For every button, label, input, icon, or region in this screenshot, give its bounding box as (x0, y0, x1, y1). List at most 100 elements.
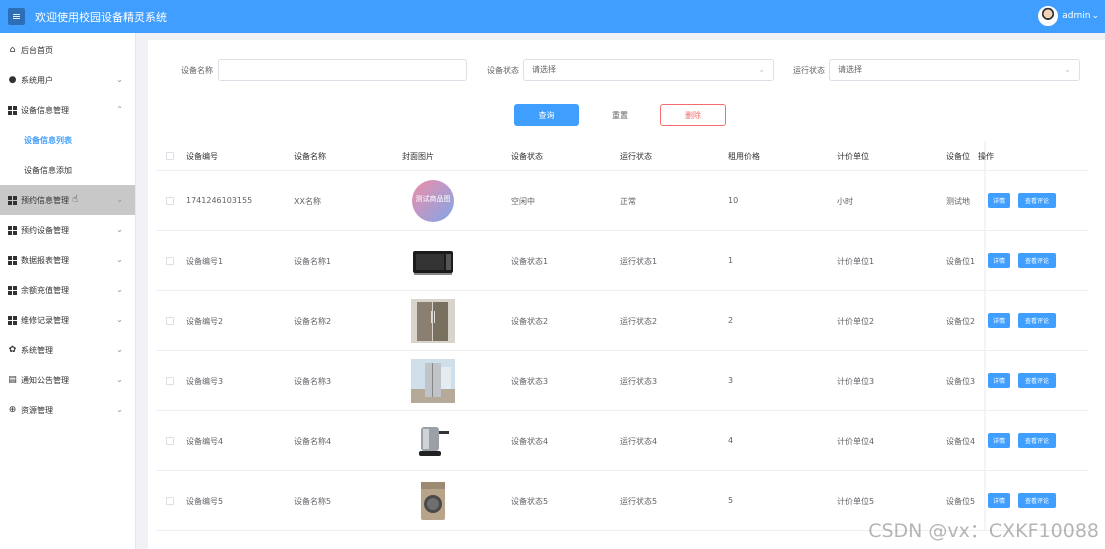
sidebar-item[interactable]: 预约设备管理 ⌄ (0, 215, 135, 245)
row-checkbox[interactable] (166, 257, 174, 265)
cell-loc: 设备位1 (946, 257, 976, 266)
sidebar-item-label: 预约设备管理 (21, 225, 69, 235)
reset-button[interactable]: 重置 (588, 104, 652, 126)
pointer-cursor-icon: ☝ (72, 194, 79, 205)
fixed-column-divider (984, 171, 987, 230)
grid-icon (8, 285, 17, 295)
cell-status: 设备状态4 (511, 437, 549, 446)
cell-id: 设备编号4 (186, 437, 224, 446)
row-checkbox[interactable] (166, 317, 174, 325)
table-row[interactable]: 1741246103155 XX名称 空闲中 正常 10 小时 测试地 测试商品图 详情 查看评论 (156, 171, 1088, 231)
avatar[interactable] (1038, 6, 1059, 26)
home-icon: ⌂ (9, 44, 16, 55)
view-reviews-button[interactable]: 查看评论 (1018, 493, 1056, 508)
cell-unit: 计价单位4 (837, 437, 875, 446)
cell-run: 正常 (620, 197, 636, 206)
sidebar-item[interactable]: ✿ 系统管理 ⌄ (0, 335, 135, 365)
device-table: 设备编号设备名称封面图片设备状态运行状态租用价格计价单位设备位操作 174124… (156, 141, 1088, 531)
cell-price: 3 (728, 376, 734, 385)
view-reviews-button[interactable]: 查看评论 (1018, 253, 1056, 268)
cell-price: 1 (728, 256, 734, 265)
plus-circle-icon: ⊕ (8, 404, 17, 415)
sidebar-item[interactable]: ▤ 通知公告管理 ⌄ (0, 365, 135, 395)
cell-status: 设备状态3 (511, 377, 549, 386)
cell-price: 2 (728, 316, 734, 325)
cover-image: 测试商品图 (411, 179, 455, 223)
delete-button[interactable]: 删除 (660, 104, 726, 126)
chevron-down-icon[interactable]: ⌄ (1091, 11, 1099, 21)
detail-button[interactable]: 详情 (988, 433, 1010, 448)
fixed-column-divider (984, 231, 987, 290)
column-header: 设备名称 (294, 152, 326, 161)
cover-image-text: 测试商品图 (415, 195, 451, 203)
sidebar-item[interactable]: ● 系统用户 ⌄ (0, 65, 135, 95)
query-button[interactable]: 查询 (514, 104, 579, 126)
device-name-label: 设备名称 (181, 66, 213, 75)
sidebar-item[interactable]: ⌂ 后台首页 (0, 35, 135, 65)
menu-toggle-icon[interactable]: ≡ (8, 8, 25, 25)
cover-image (411, 479, 455, 523)
cover-image (411, 419, 455, 463)
select-all-checkbox[interactable] (166, 152, 174, 160)
row-checkbox[interactable] (166, 497, 174, 505)
app-title: 欢迎使用校园设备精灵系统 (35, 10, 167, 24)
cell-status: 设备状态2 (511, 317, 549, 326)
cell-name: 设备名称2 (294, 317, 332, 326)
row-checkbox[interactable] (166, 437, 174, 445)
user-menu[interactable]: admin ⌄ (1038, 6, 1099, 26)
row-checkbox[interactable] (166, 377, 174, 385)
cell-unit: 计价单位3 (837, 377, 875, 386)
view-reviews-button[interactable]: 查看评论 (1018, 313, 1056, 328)
sidebar-item[interactable]: ⊕ 资源管理 ⌄ (0, 395, 135, 425)
username[interactable]: admin (1062, 11, 1090, 21)
chevron-down-icon: ⌄ (116, 285, 123, 294)
chevron-down-icon: ⌄ (116, 225, 123, 234)
chevron-down-icon: ⌄ (758, 65, 765, 74)
detail-button[interactable]: 详情 (988, 493, 1010, 508)
view-reviews-button[interactable]: 查看评论 (1018, 193, 1056, 208)
cell-price: 5 (728, 496, 734, 505)
cell-loc: 设备位2 (946, 317, 976, 326)
sidebar-item[interactable]: 维修记录管理 ⌄ (0, 305, 135, 335)
cell-name: 设备名称1 (294, 257, 332, 266)
device-status-label: 设备状态 (487, 66, 519, 75)
column-header: 封面图片 (402, 152, 434, 161)
sidebar-subitem[interactable]: 设备信息列表 (0, 125, 135, 155)
sidebar-item-label: 数据报表管理 (21, 255, 69, 265)
column-header: 计价单位 (837, 152, 869, 161)
detail-button[interactable]: 详情 (988, 253, 1010, 268)
sidebar-item-label: 预约信息管理 (21, 195, 69, 205)
detail-button[interactable]: 详情 (988, 373, 1010, 388)
cell-unit: 计价单位1 (837, 257, 875, 266)
column-header: 租用价格 (728, 152, 760, 161)
table-row[interactable]: 设备编号4 设备名称4 设备状态4 运行状态4 4 计价单位4 设备位4 详情 查看评论 (156, 411, 1088, 471)
table-row[interactable]: 设备编号2 设备名称2 设备状态2 运行状态2 2 计价单位2 设备位2 详情 查看评论 (156, 291, 1088, 351)
sidebar-subitem[interactable]: 设备信息添加 (0, 155, 135, 185)
device-name-input[interactable] (218, 59, 467, 81)
cell-unit: 计价单位2 (837, 317, 875, 326)
sidebar-item[interactable]: 设备信息管理 ⌃ (0, 95, 135, 125)
grid-icon (8, 225, 17, 235)
cell-status: 空闲中 (511, 197, 535, 206)
chevron-down-icon: ⌄ (116, 345, 123, 354)
detail-button[interactable]: 详情 (988, 193, 1010, 208)
cell-run: 运行状态2 (620, 317, 658, 326)
table-row[interactable]: 设备编号3 设备名称3 设备状态3 运行状态3 3 计价单位3 设备位3 详情 查看评论 (156, 351, 1088, 411)
fixed-column-divider (984, 411, 987, 470)
cell-run: 运行状态5 (620, 497, 658, 506)
cover-image (411, 239, 455, 283)
run-status-select[interactable]: 请选择 ⌄ (829, 59, 1080, 81)
sidebar-item-label: 余额充值管理 (21, 285, 69, 295)
device-status-select[interactable]: 请选择 ⌄ (523, 59, 774, 81)
row-checkbox[interactable] (166, 197, 174, 205)
sidebar-item[interactable]: 余额充值管理 ⌄ (0, 275, 135, 305)
detail-button[interactable]: 详情 (988, 313, 1010, 328)
sidebar-item[interactable]: 数据报表管理 ⌄ (0, 245, 135, 275)
cell-price: 10 (728, 196, 739, 205)
cell-loc: 设备位5 (946, 497, 976, 506)
sidebar-item[interactable]: 预约信息管理 ⌄ ☝ (0, 185, 135, 215)
run-status-label: 运行状态 (793, 66, 825, 75)
view-reviews-button[interactable]: 查看评论 (1018, 433, 1056, 448)
table-row[interactable]: 设备编号1 设备名称1 设备状态1 运行状态1 1 计价单位1 设备位1 详情 查看评论 (156, 231, 1088, 291)
view-reviews-button[interactable]: 查看评论 (1018, 373, 1056, 388)
